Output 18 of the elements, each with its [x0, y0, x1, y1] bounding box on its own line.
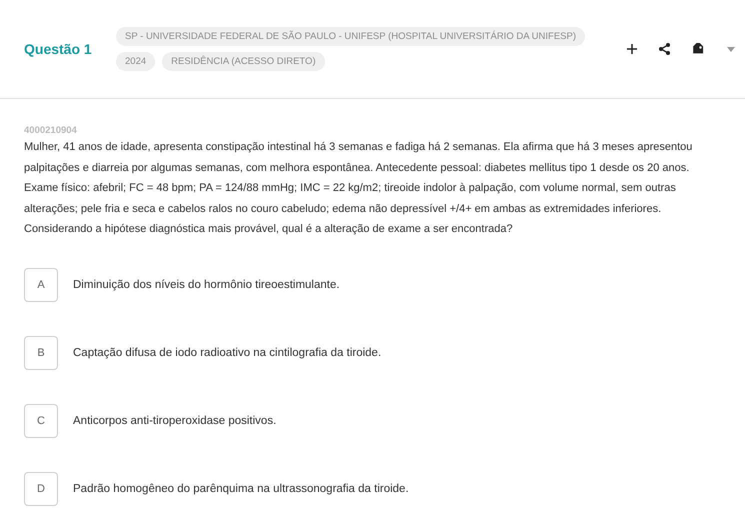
option-text[interactable]: Padrão homogêneo do parênquima na ultrassonografia da tiroide.	[73, 482, 409, 494]
tag-icon[interactable]	[692, 42, 705, 56]
tag-chip: SP - UNIVERSIDADE FEDERAL DE SÃO PAULO - UNIFESP (HOSPITAL UNIVERSITÁRIO DA UNIFESP)	[116, 27, 585, 46]
option-text[interactable]: Diminuição dos níveis do hormônio tireoestimulante.	[73, 278, 340, 290]
option-letter-button[interactable]: C	[24, 404, 58, 438]
tag-chip: 2024	[116, 52, 156, 71]
option-letter-button[interactable]: B	[24, 336, 58, 370]
option-text[interactable]: Captação difusa de iodo radioativo na cintilografia da tiroide.	[73, 346, 382, 358]
option-text[interactable]: Anticorpos anti-tiroperoxidase positivos.	[73, 414, 276, 426]
tag-chip: RESIDÊNCIA (ACESSO DIRETO)	[162, 52, 325, 71]
share-icon[interactable]	[659, 43, 670, 55]
question-text: Mulher, 41 anos de idade, apresenta constipação intestinal há 3 semanas e fadiga há 2 semanas. Ela afirma que há 3 meses apresentou palpitações e diarreia por algumas semanas, com melhora espontânea. Antecedente pessoal: diabetes mellitus tipo 1 desde os 20 anos. Exame físico: afebril; FC = 48 bpm; PA = 124/88 mmHg; IMC = 22 kg/m2; tireoide indolor à palpação, com volume normal, sem outras alterações; pele fria e seca e cabelos ralos no couro cabeludo; edema não depressível +/4+ em ambas as extremidades inferiores. Considerando a hipótese diagnóstica mais provável, qual é a alteração de exame a ser encontrada?	[24, 140, 694, 237]
question-title: Questão 1	[24, 41, 93, 57]
plus-icon[interactable]	[627, 44, 637, 54]
caret-icon[interactable]	[727, 46, 735, 52]
question-id: 4000210904	[24, 125, 78, 136]
option-letter-button[interactable]: D	[24, 472, 58, 506]
option-letter-button[interactable]: A	[24, 268, 58, 302]
